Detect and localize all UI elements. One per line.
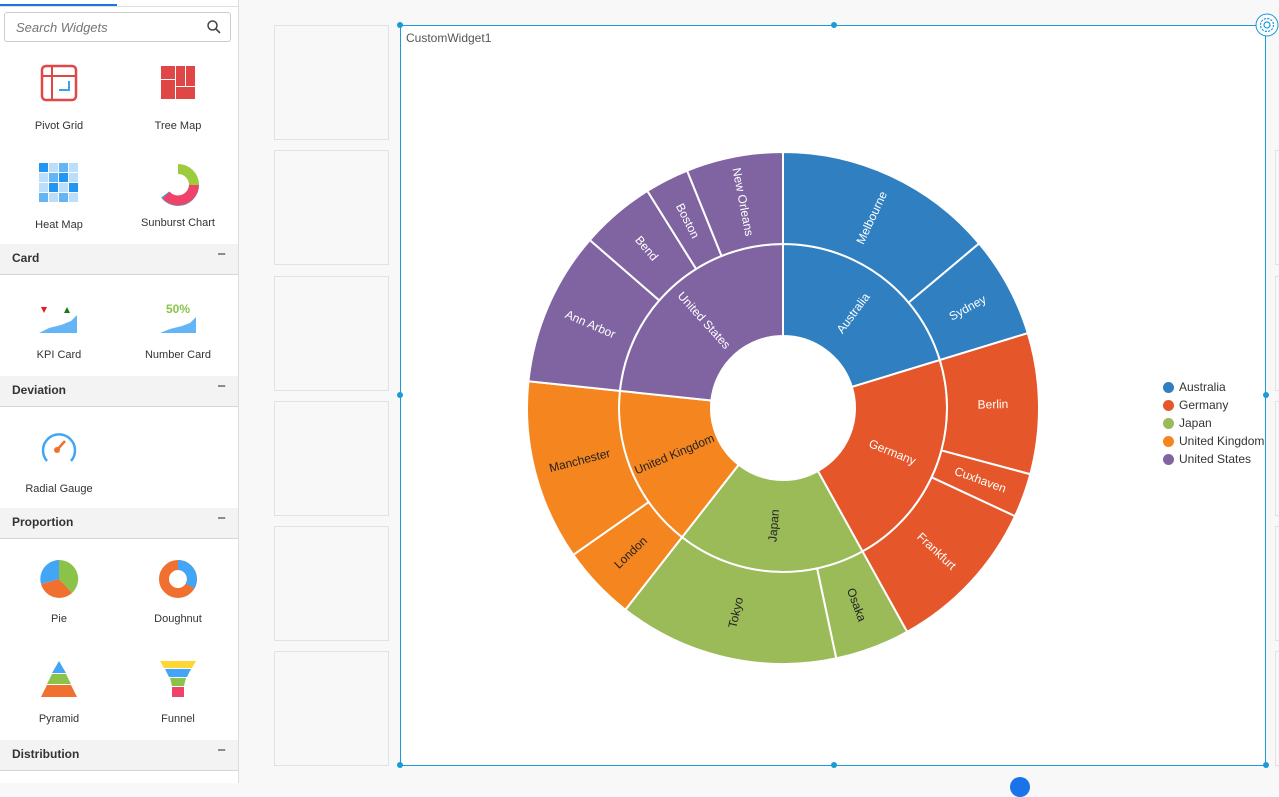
legend-marker-icon	[1163, 399, 1174, 411]
legend-marker-icon	[1163, 417, 1174, 429]
legend-marker-icon	[1163, 381, 1174, 393]
legend-item[interactable]: Australia	[1163, 378, 1264, 396]
legend-label: United States	[1179, 452, 1252, 466]
floating-action-button[interactable]	[1010, 777, 1030, 797]
legend-item[interactable]: Germany	[1163, 396, 1264, 414]
sunburst-chart: MelbourneSydneyAustraliaBerlinCuxhavenFr…	[526, 150, 1040, 665]
segment-label: Japan	[765, 509, 782, 543]
chart-legend: Australia Germany Japan United Kingdom Unite…	[1163, 378, 1264, 468]
legend-label: Germany	[1179, 398, 1229, 412]
widget-settings-gear-icon[interactable]	[1255, 13, 1279, 37]
legend-marker-icon	[1163, 435, 1174, 447]
legend-item[interactable]: United States	[1163, 450, 1264, 468]
legend-marker-icon	[1163, 453, 1174, 465]
legend-label: Japan	[1179, 416, 1212, 430]
legend-item[interactable]: United Kingdom	[1163, 432, 1264, 450]
legend-label: United Kingdom	[1179, 434, 1265, 448]
legend-label: Australia	[1179, 380, 1226, 394]
segment-label: Berlin	[978, 397, 1009, 412]
legend-item[interactable]: Japan	[1163, 414, 1264, 432]
